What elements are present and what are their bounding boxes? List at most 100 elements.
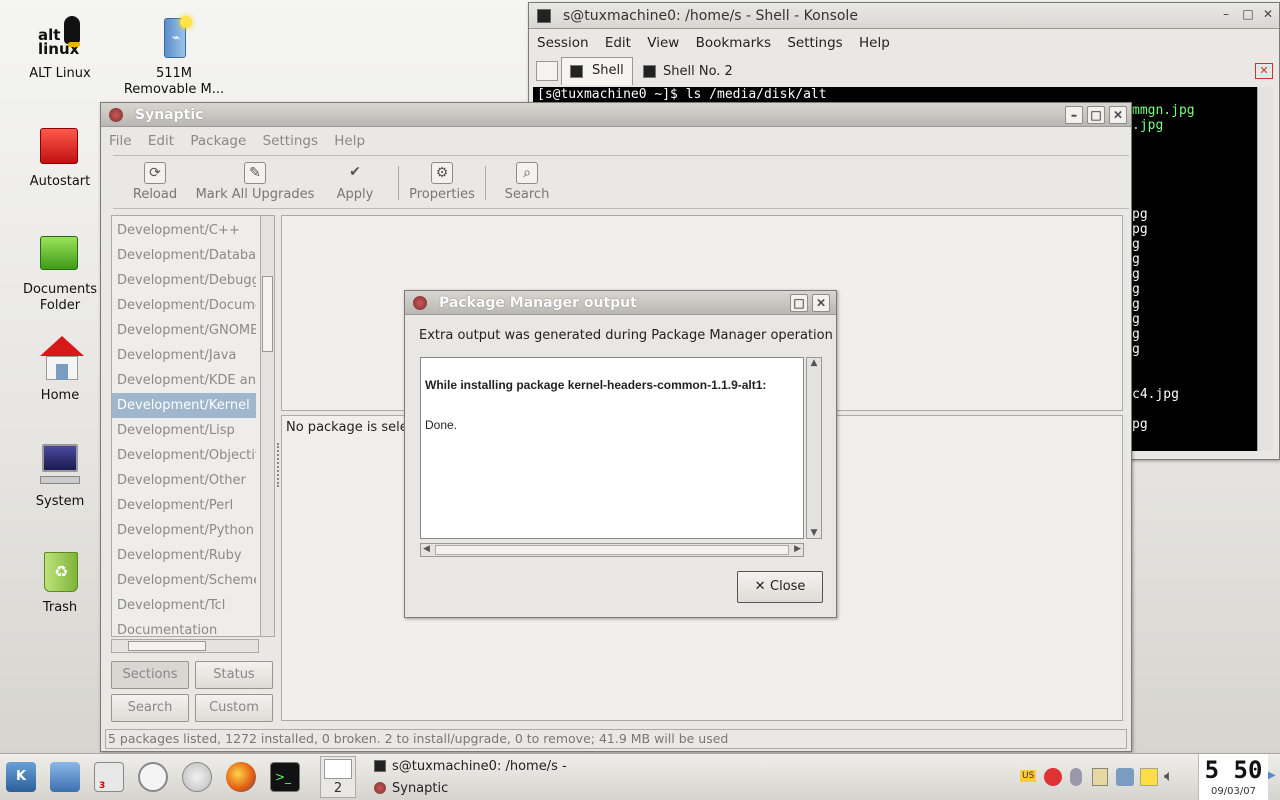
desktop-icon-removable[interactable]: ⌁ 511M Removable M... [122, 14, 226, 98]
section-item[interactable]: Development/Lisp [112, 418, 256, 443]
section-item[interactable]: Development/Other [112, 468, 256, 493]
desktop-icon-autostart[interactable]: Autostart [8, 122, 112, 190]
desktop-icon-system[interactable]: System [8, 442, 112, 510]
upgrade-icon: ✎ [244, 162, 266, 184]
scroll-thumb[interactable] [262, 276, 273, 352]
custom-filter-button[interactable]: Custom [195, 694, 273, 722]
section-item[interactable]: Development/Docume [112, 293, 256, 318]
menu-bookmarks[interactable]: Bookmarks [696, 35, 771, 51]
keyboard-layout-indicator[interactable]: US [1020, 770, 1037, 782]
properties-button[interactable]: ⚙ Properties [407, 156, 477, 206]
section-item[interactable]: Development/Kernel [112, 393, 256, 418]
desktop-icon-documents[interactable]: Documents Folder [8, 230, 112, 314]
task-konsole[interactable]: s@tuxmachine0: /home/s - [372, 756, 572, 777]
mail-clock-icon[interactable] [138, 762, 168, 792]
panel-hide-arrow[interactable]: ▶ [1268, 770, 1276, 781]
output-vscrollbar[interactable]: ▲ ▼ [806, 357, 822, 539]
new-tab-button[interactable] [536, 61, 558, 81]
desktop-icon-label: System [35, 494, 85, 509]
close-dialog-button[interactable]: ✕ Close [737, 571, 823, 603]
updates-icon[interactable] [1044, 768, 1062, 786]
close-tab-button[interactable]: ✕ [1255, 63, 1273, 79]
section-item[interactable]: Development/GNOME [112, 318, 256, 343]
close-button[interactable]: ✕ [812, 294, 830, 312]
volume-icon[interactable]: 🔈︎ [1164, 766, 1174, 786]
kde-menu-icon[interactable]: K [6, 762, 36, 792]
pane-splitter[interactable] [277, 443, 280, 487]
menu-edit[interactable]: Edit [148, 133, 174, 149]
desktop-icon-altlinux[interactable]: alt linux ALT Linux [8, 14, 112, 82]
tab-shell[interactable]: Shell [561, 57, 633, 85]
close-button[interactable]: ✕ [1109, 106, 1127, 124]
synaptic-titlebar[interactable]: Synaptic – □ ✕ [101, 103, 1131, 127]
output-textview[interactable]: While installing package kernel-headers-… [420, 357, 804, 539]
desktop-pager[interactable]: 2 [320, 756, 356, 798]
sections-list[interactable]: Development/C++ Development/Databa Develop… [111, 215, 275, 637]
clipboard-icon[interactable] [1092, 768, 1108, 786]
menu-help[interactable]: Help [334, 133, 365, 149]
tab-shell-2[interactable]: Shell No. 2 [637, 61, 747, 83]
konsole-titlebar[interactable]: s@tuxmachine0: /home/s - Shell - Konsole… [529, 3, 1279, 29]
search-filter-button[interactable]: Search [111, 694, 189, 722]
firefox-icon[interactable] [226, 762, 256, 792]
minimize-button[interactable]: – [1065, 106, 1083, 124]
desktop-icon-trash[interactable]: ♻ Trash [8, 548, 112, 616]
menu-session[interactable]: Session [537, 35, 589, 51]
dialog-titlebar[interactable]: Package Manager output □ ✕ [405, 291, 836, 315]
minimize-button[interactable]: – [1217, 6, 1235, 24]
section-item[interactable]: Development/Debugg [112, 268, 256, 293]
desktop-number: 2 [333, 781, 343, 796]
network-icon[interactable] [1116, 768, 1134, 786]
terminal-scrollbar[interactable] [1257, 87, 1273, 451]
bluetooth-icon[interactable] [1070, 768, 1082, 786]
menu-package[interactable]: Package [190, 133, 246, 149]
menu-file[interactable]: File [109, 133, 132, 149]
maximize-button[interactable]: □ [1239, 6, 1257, 24]
menu-edit[interactable]: Edit [605, 35, 631, 51]
desktop-icon-home[interactable]: Home [8, 336, 112, 404]
scroll-thumb[interactable] [435, 545, 789, 555]
home-folder-icon[interactable] [50, 762, 80, 792]
section-item[interactable]: Development/Java [112, 343, 256, 368]
synaptic-app-icon [109, 108, 123, 122]
menu-settings[interactable]: Settings [787, 35, 842, 51]
sections-button[interactable]: Sections [111, 661, 189, 689]
terminal-icon [570, 65, 583, 78]
maximize-button[interactable]: □ [790, 294, 808, 312]
terminal-icon[interactable]: >_ [270, 762, 300, 792]
section-item[interactable]: Documentation [112, 618, 256, 636]
scroll-thumb[interactable] [128, 641, 206, 651]
status-button[interactable]: Status [195, 661, 273, 689]
section-item[interactable]: Development/KDE an [112, 368, 256, 393]
apply-button[interactable]: ✔ Apply [329, 156, 381, 206]
mark-all-upgrades-button[interactable]: ✎ Mark All Upgrades [193, 156, 317, 206]
taskbar: K 3 >_ 2 s@tuxmachine0: /home/s - Synapt… [0, 753, 1280, 800]
menu-settings[interactable]: Settings [263, 133, 318, 149]
dialog-message: Extra output was generated during Packag… [419, 328, 833, 343]
menu-help[interactable]: Help [859, 35, 890, 51]
clock[interactable]: 5 50 09/03/07 [1198, 754, 1268, 800]
menu-view[interactable]: View [647, 35, 679, 51]
section-item[interactable]: Development/Python [112, 518, 256, 543]
output-bold-line: While installing package kernel-headers-… [425, 378, 767, 392]
search-button[interactable]: ⌕ Search [497, 156, 557, 206]
sections-vscrollbar[interactable] [260, 216, 274, 636]
section-item[interactable]: Development/C++ [112, 218, 256, 243]
sections-hscrollbar[interactable] [111, 639, 259, 653]
synaptic-menubar: File Edit Package Settings Help [101, 129, 1131, 153]
section-item[interactable]: Development/Ruby [112, 543, 256, 568]
reload-button[interactable]: ⟳ Reload [125, 156, 185, 206]
notes-icon[interactable] [1140, 768, 1158, 786]
close-button[interactable]: ✕ [1259, 6, 1277, 24]
section-item[interactable]: Development/Perl [112, 493, 256, 518]
section-item[interactable]: Development/Tcl [112, 593, 256, 618]
task-synaptic[interactable]: Synaptic [372, 778, 572, 799]
output-hscrollbar[interactable]: ◀ ▶ [420, 543, 804, 557]
maximize-button[interactable]: □ [1087, 106, 1105, 124]
section-item[interactable]: Development/Databa [112, 243, 256, 268]
section-item[interactable]: Development/Scheme [112, 568, 256, 593]
synaptic-toolbar: ⟳ Reload ✎ Mark All Upgrades ✔ Apply ⚙ Prope… [113, 155, 1129, 209]
section-item[interactable]: Development/Objectiv [112, 443, 256, 468]
package-manager-icon[interactable] [182, 762, 212, 792]
control-center-icon[interactable]: 3 [94, 762, 124, 792]
